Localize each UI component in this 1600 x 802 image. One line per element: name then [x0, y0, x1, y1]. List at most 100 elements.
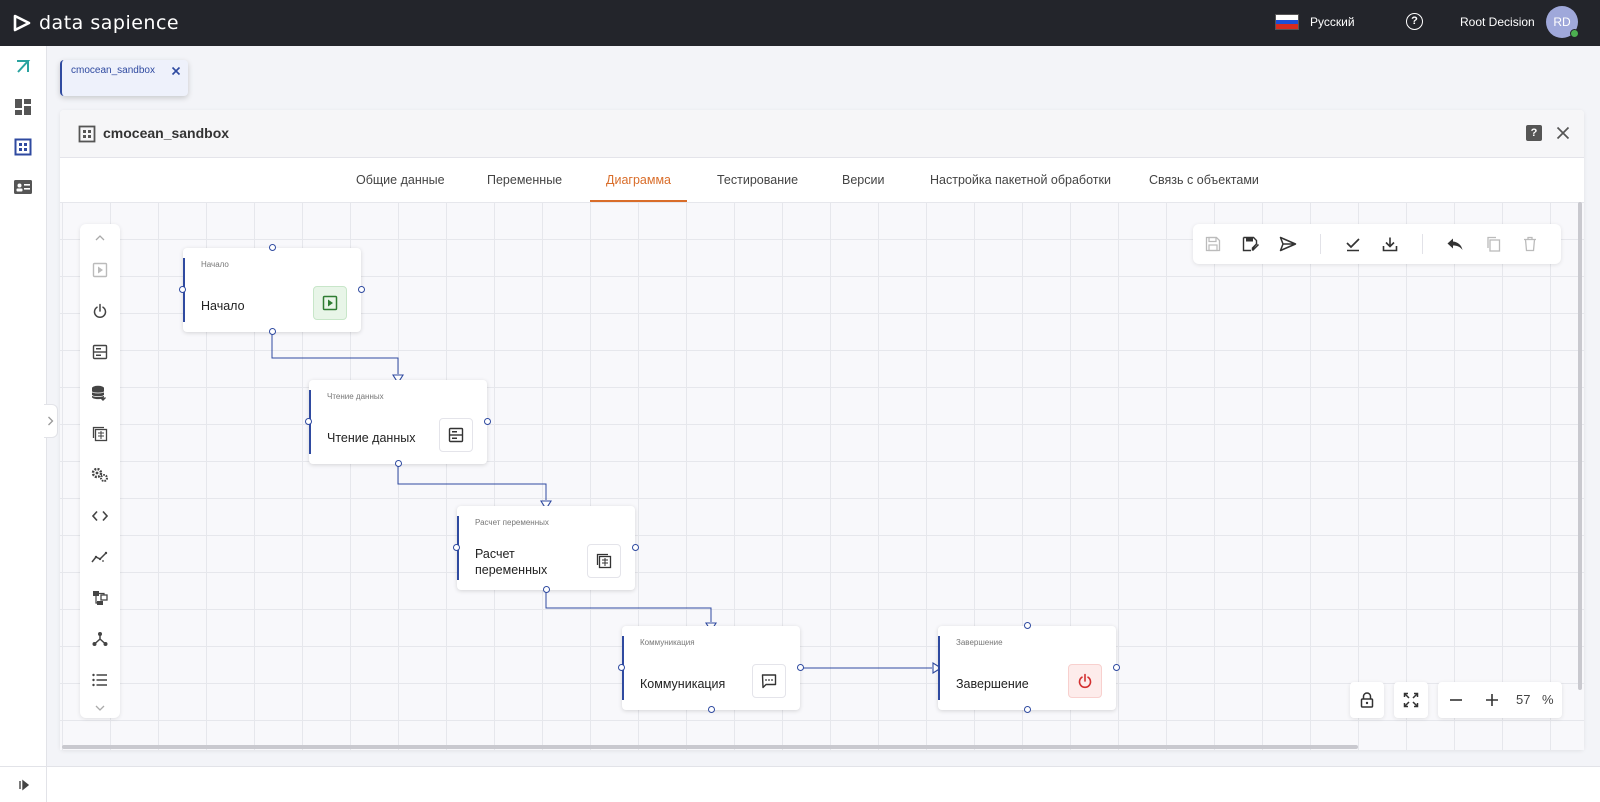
- zoom-in-button[interactable]: [1482, 690, 1502, 710]
- node-start[interactable]: Начало Начало: [179, 244, 365, 335]
- node-communication[interactable]: Коммуникация Коммуникация: [618, 626, 804, 713]
- calculation-icon: [587, 544, 621, 578]
- chat-icon: [752, 664, 786, 698]
- status-strip: [47, 766, 1600, 802]
- list-icon[interactable]: [90, 670, 110, 690]
- copy-icon[interactable]: [1483, 234, 1503, 254]
- open-document-tab[interactable]: cmocean_sandbox: [60, 60, 188, 96]
- port-right[interactable]: [358, 286, 365, 293]
- horizontal-scrollbar[interactable]: [62, 745, 1358, 749]
- power-icon[interactable]: [90, 301, 110, 321]
- connector-read-calc: [397, 464, 547, 500]
- dashboard-icon[interactable]: [13, 97, 33, 117]
- close-tab-icon[interactable]: [169, 64, 183, 78]
- node-type-label: Коммуникация: [640, 638, 695, 647]
- diagram-canvas[interactable]: Начало Начало Чтение данных Чтение данны…: [60, 202, 1584, 750]
- diagram-editor-icon[interactable]: [13, 137, 33, 157]
- russian-flag-icon[interactable]: [1275, 14, 1299, 30]
- tab-versions[interactable]: Версии: [842, 158, 884, 202]
- port-bottom[interactable]: [708, 706, 715, 713]
- avatar[interactable]: RD: [1546, 6, 1579, 38]
- expand-rail-button[interactable]: [0, 766, 47, 802]
- panel-header: cmocean_sandbox ?: [60, 110, 1584, 158]
- minus-icon: [1450, 699, 1462, 701]
- port-right[interactable]: [1113, 664, 1120, 671]
- port-bottom[interactable]: [395, 460, 402, 467]
- toolbar-divider: [1422, 234, 1423, 254]
- vertical-scrollbar[interactable]: [1578, 202, 1582, 690]
- undo-icon[interactable]: [1445, 234, 1465, 254]
- tab-diagram[interactable]: Диаграмма: [589, 158, 688, 202]
- zoom-level[interactable]: 57: [1516, 692, 1530, 707]
- brand-logo[interactable]: data sapience: [12, 10, 179, 36]
- port-right[interactable]: [484, 418, 491, 425]
- brand-name: data sapience: [39, 12, 180, 34]
- hierarchy-icon[interactable]: [90, 629, 110, 649]
- port-left[interactable]: [618, 664, 625, 671]
- tab-testing[interactable]: Тестирование: [717, 158, 798, 202]
- chevron-up-icon[interactable]: [90, 228, 110, 248]
- fit-to-screen-button[interactable]: [1394, 682, 1428, 718]
- port-left[interactable]: [305, 418, 312, 425]
- connector-calc-comm: [545, 590, 712, 622]
- data-read-icon: [439, 418, 473, 452]
- document-tab-label: cmocean_sandbox: [71, 65, 155, 76]
- lock-canvas-button[interactable]: [1350, 682, 1384, 718]
- node-label: Чтение данных: [327, 431, 416, 445]
- send-icon[interactable]: [1278, 234, 1298, 254]
- port-top[interactable]: [1024, 622, 1031, 629]
- validate-icon[interactable]: [1343, 234, 1363, 254]
- zoom-control: 57 %: [1438, 682, 1562, 718]
- save-as-icon[interactable]: [1241, 234, 1261, 254]
- connector-start-read: [271, 332, 399, 374]
- logo-mark-icon[interactable]: [13, 56, 33, 76]
- toolbar-divider: [1320, 234, 1321, 254]
- diagram-toolbar: [1193, 224, 1561, 264]
- port-bottom[interactable]: [543, 586, 550, 593]
- settings-icon[interactable]: [90, 465, 110, 485]
- code-icon[interactable]: [90, 506, 110, 526]
- delete-icon[interactable]: [1520, 234, 1540, 254]
- lock-icon: [1360, 692, 1374, 708]
- node-palette: [80, 224, 120, 718]
- close-icon[interactable]: [1554, 124, 1572, 142]
- download-icon[interactable]: [1380, 234, 1400, 254]
- port-bottom[interactable]: [1024, 706, 1031, 713]
- tab-variables[interactable]: Переменные: [487, 158, 562, 202]
- port-right[interactable]: [632, 544, 639, 551]
- diagram-editor-icon: [78, 125, 96, 143]
- contact-card-icon[interactable]: [13, 177, 33, 197]
- node-type-label: Расчет переменных: [475, 518, 549, 527]
- node-calc-variables[interactable]: Расчет переменных Расчет переменных: [453, 506, 639, 593]
- chevron-down-icon[interactable]: [90, 698, 110, 718]
- tab-object-links[interactable]: Связь с объектами: [1149, 158, 1259, 202]
- help-icon[interactable]: ?: [1406, 13, 1423, 30]
- save-icon[interactable]: [1203, 234, 1223, 254]
- help-icon[interactable]: ?: [1526, 125, 1542, 141]
- node-label: Расчет переменных: [475, 547, 548, 577]
- data-read-icon[interactable]: [90, 342, 110, 362]
- node-read-data[interactable]: Чтение данных Чтение данных: [305, 380, 491, 467]
- structure-icon[interactable]: [90, 588, 110, 608]
- port-left[interactable]: [453, 544, 460, 551]
- tab-general[interactable]: Общие данные: [356, 158, 445, 202]
- palette-collapse-handle[interactable]: [44, 404, 58, 438]
- node-type-label: Чтение данных: [327, 392, 384, 401]
- database-icon[interactable]: [90, 383, 110, 403]
- avatar-initials: RD: [1553, 15, 1571, 29]
- play-icon: [313, 286, 347, 320]
- tab-batch-settings[interactable]: Настройка пакетной обработки: [930, 158, 1111, 202]
- port-top[interactable]: [269, 244, 276, 251]
- language-selector[interactable]: Русский: [1310, 15, 1355, 29]
- port-bottom[interactable]: [269, 328, 276, 335]
- zoom-out-button[interactable]: [1446, 690, 1466, 710]
- online-status-dot: [1570, 29, 1579, 38]
- port-left[interactable]: [179, 286, 186, 293]
- top-bar: data sapience Русский ? Root Decision RD: [0, 0, 1600, 46]
- user-name[interactable]: Root Decision: [1460, 15, 1535, 29]
- chart-icon[interactable]: [90, 547, 110, 567]
- calculation-icon[interactable]: [90, 424, 110, 444]
- node-end[interactable]: Завершение Завершение: [938, 622, 1120, 713]
- node-type-label: Начало: [201, 260, 229, 269]
- port-right[interactable]: [797, 664, 804, 671]
